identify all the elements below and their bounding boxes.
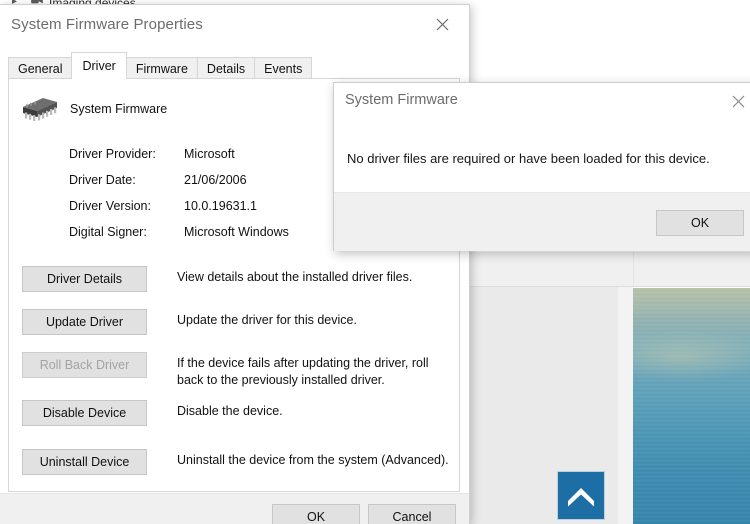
tab-events-label: Events bbox=[264, 61, 303, 76]
disable-device-button[interactable]: Disable Device bbox=[22, 400, 147, 426]
action-row-uninstall-device: Uninstall Device Uninstall the device fr… bbox=[22, 449, 452, 492]
tab-driver-label: Driver bbox=[82, 59, 116, 73]
device-header: System Firmware bbox=[17, 93, 167, 127]
message-dialog-text: No driver files are required or have bee… bbox=[347, 151, 710, 166]
scroll-to-top-button[interactable] bbox=[557, 471, 605, 520]
close-icon bbox=[436, 18, 448, 30]
driver-version-value: 10.0.19631.1 bbox=[184, 199, 257, 213]
device-name: System Firmware bbox=[70, 102, 168, 116]
close-icon bbox=[732, 95, 744, 107]
driver-version-label: Driver Version: bbox=[69, 199, 151, 213]
device-manager-toolbar bbox=[463, 252, 750, 287]
disable-device-description: Disable the device. bbox=[177, 404, 283, 418]
driver-actions: Driver Details View details about the in… bbox=[22, 266, 452, 492]
roll-back-driver-button: Roll Back Driver bbox=[22, 352, 147, 378]
properties-cancel-button[interactable]: Cancel bbox=[368, 504, 456, 524]
driver-date-label: Driver Date: bbox=[69, 173, 136, 187]
action-row-driver-details: Driver Details View details about the in… bbox=[22, 266, 452, 309]
action-row-update-driver: Update Driver Update the driver for this… bbox=[22, 309, 452, 352]
roll-back-driver-description: If the device fails after updating the d… bbox=[177, 356, 429, 387]
driver-date-value: 21/06/2006 bbox=[184, 173, 247, 187]
tab-firmware[interactable]: Firmware bbox=[125, 57, 198, 79]
tab-details[interactable]: Details bbox=[196, 57, 256, 79]
driver-details-button[interactable]: Driver Details bbox=[22, 266, 147, 292]
tab-driver[interactable]: Driver bbox=[71, 52, 127, 79]
uninstall-device-description: Uninstall the device from the system (Ad… bbox=[177, 453, 449, 467]
toolbar-separator bbox=[633, 252, 634, 286]
action-row-disable-device: Disable Device Disable the device. bbox=[22, 400, 452, 443]
update-driver-button[interactable]: Update Driver bbox=[22, 309, 147, 335]
tab-events[interactable]: Events bbox=[254, 57, 313, 79]
properties-close-button[interactable] bbox=[423, 11, 461, 37]
tab-general[interactable]: General bbox=[8, 57, 73, 79]
driver-provider-label: Driver Provider: bbox=[69, 147, 156, 161]
driver-provider-value: Microsoft bbox=[184, 147, 235, 161]
digital-signer-value: Microsoft Windows bbox=[184, 225, 289, 239]
system-firmware-message-dialog: System Firmware No driver files are requ… bbox=[333, 82, 750, 251]
driver-details-description: View details about the installed driver … bbox=[177, 270, 413, 284]
properties-ok-button[interactable]: OK bbox=[272, 504, 360, 524]
message-dialog-ok-button[interactable]: OK bbox=[656, 210, 744, 236]
action-row-roll-back-driver: Roll Back Driver If the device fails aft… bbox=[22, 352, 452, 395]
message-dialog-title: System Firmware bbox=[345, 92, 458, 108]
tab-firmware-label: Firmware bbox=[135, 61, 188, 76]
digital-signer-label: Digital Signer: bbox=[69, 225, 147, 239]
screen: ▸ Imaging devices System Firmware Proper… bbox=[0, 0, 750, 524]
uninstall-device-button[interactable]: Uninstall Device bbox=[22, 449, 147, 475]
properties-tabstrip: General Driver Firmware Details Events bbox=[8, 52, 313, 79]
desktop-wallpaper bbox=[633, 288, 750, 524]
properties-titlebar: System Firmware Properties bbox=[0, 5, 469, 44]
page-title: System Firmware Properties bbox=[11, 16, 203, 33]
chip-icon bbox=[23, 98, 57, 122]
message-dialog-footer: OK bbox=[334, 192, 750, 251]
update-driver-description: Update the driver for this device. bbox=[177, 313, 357, 327]
message-dialog-body: No driver files are required or have bee… bbox=[334, 119, 750, 192]
message-dialog-titlebar: System Firmware bbox=[334, 83, 750, 119]
device-manager-side-gap bbox=[618, 287, 633, 524]
message-dialog-close-button[interactable] bbox=[720, 88, 750, 114]
properties-footer: OK Cancel bbox=[0, 493, 469, 524]
chevron-up-icon bbox=[568, 487, 594, 506]
tab-details-label: Details bbox=[206, 61, 246, 76]
tab-general-label: General bbox=[18, 61, 63, 76]
